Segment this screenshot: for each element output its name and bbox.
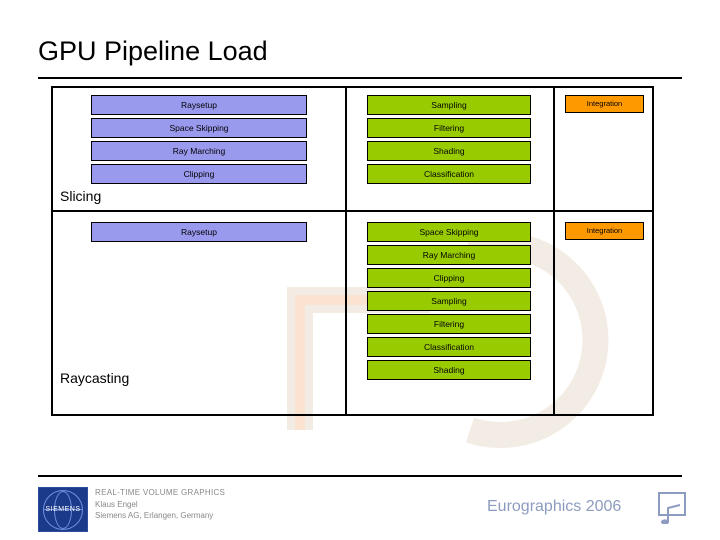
row-label-slicing: Slicing bbox=[60, 188, 102, 204]
stage-box-raycasting-fragment-4: Filtering bbox=[367, 314, 531, 334]
slide: GPU Pipeline Load Raysetup Space Skippin… bbox=[0, 0, 720, 540]
pipeline-table: Raysetup Space Skipping Ray Marching Cli… bbox=[51, 86, 654, 416]
stage-label: Space Skipping bbox=[169, 122, 229, 133]
stage-box-slicing-vertex-2: Ray Marching bbox=[91, 141, 307, 161]
logo-label: SIEMENS bbox=[45, 506, 81, 513]
stage-label: Filtering bbox=[433, 122, 465, 133]
stage-label: Clipping bbox=[433, 272, 465, 283]
stage-label: Space Skipping bbox=[419, 226, 479, 237]
stage-box-slicing-fragment-3: Classification bbox=[367, 164, 531, 184]
stage-label: Raysetup bbox=[181, 99, 217, 110]
stage-label: Clipping bbox=[183, 168, 215, 179]
footer-line-2: Klaus Engel bbox=[95, 499, 138, 509]
title-divider bbox=[38, 77, 682, 79]
footer-divider bbox=[38, 475, 682, 477]
stage-label: Shading bbox=[433, 145, 465, 156]
stage-box-slicing-vertex-1: Space Skipping bbox=[91, 118, 307, 138]
stage-label: Sampling bbox=[431, 295, 467, 306]
stage-box-slicing-fragment-1: Filtering bbox=[367, 118, 531, 138]
stage-box-slicing-output-0: Integration bbox=[565, 95, 644, 113]
conference-label: Eurographics 2006 bbox=[487, 498, 622, 515]
table-vertical-divider-1 bbox=[345, 88, 347, 414]
table-vertical-divider-2 bbox=[553, 88, 555, 414]
stage-label: Integration bbox=[586, 226, 623, 236]
stage-label: Classification bbox=[423, 168, 475, 179]
stage-label: Raysetup bbox=[181, 226, 217, 237]
stage-label: Sampling bbox=[431, 99, 467, 110]
stage-box-raycasting-fragment-3: Sampling bbox=[367, 291, 531, 311]
table-horizontal-divider bbox=[53, 210, 652, 212]
stage-box-slicing-vertex-3: Clipping bbox=[91, 164, 307, 184]
stage-box-raycasting-vertex-0: Raysetup bbox=[91, 222, 307, 242]
stage-box-slicing-vertex-0: Raysetup bbox=[91, 95, 307, 115]
stage-box-raycasting-output-0: Integration bbox=[565, 222, 644, 240]
page-title: GPU Pipeline Load bbox=[38, 36, 268, 66]
stage-label: Ray Marching bbox=[172, 145, 226, 156]
stage-box-raycasting-fragment-5: Classification bbox=[367, 337, 531, 357]
stage-label: Classification bbox=[423, 341, 475, 352]
stage-box-raycasting-fragment-1: Ray Marching bbox=[367, 245, 531, 265]
eurographics-logo-icon bbox=[658, 492, 686, 524]
footer-line-3: Siemens AG, Erlangen, Germany bbox=[95, 511, 214, 520]
stage-label: Ray Marching bbox=[422, 249, 476, 260]
stage-box-raycasting-fragment-6: Shading bbox=[367, 360, 531, 380]
siemens-logo: SIEMENS bbox=[38, 487, 88, 532]
row-label-raycasting: Raycasting bbox=[60, 370, 130, 386]
stage-label: Filtering bbox=[433, 318, 465, 329]
stage-box-raycasting-fragment-2: Clipping bbox=[367, 268, 531, 288]
footer-line-1: REAL-TIME VOLUME GRAPHICS bbox=[95, 488, 226, 497]
stage-label: Integration bbox=[586, 99, 623, 109]
stage-box-raycasting-fragment-0: Space Skipping bbox=[367, 222, 531, 242]
stage-label: Shading bbox=[433, 364, 465, 375]
stage-box-slicing-fragment-2: Shading bbox=[367, 141, 531, 161]
stage-box-slicing-fragment-0: Sampling bbox=[367, 95, 531, 115]
footer-credits: REAL-TIME VOLUME GRAPHICS Klaus Engel Si… bbox=[95, 487, 225, 522]
